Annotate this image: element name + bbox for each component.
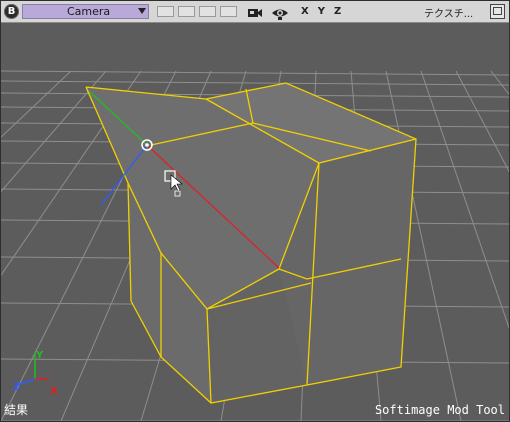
gizmo-z-label: Z xyxy=(13,382,21,393)
window-maximize-icon[interactable] xyxy=(490,4,505,19)
view-z-button[interactable]: Z xyxy=(334,6,341,17)
camera-dropdown-arrow-icon xyxy=(138,8,146,14)
viewport-status-label: 結果 xyxy=(4,403,29,417)
camera-view-select[interactable]: Camera xyxy=(22,4,149,19)
viewport-toolbar: B Camera X Y Z テクスチ... xyxy=(1,1,509,23)
gizmo-y-label: Y xyxy=(36,350,44,361)
b-menu-icon: B xyxy=(7,6,16,17)
viewport-window: B Camera X Y Z テクスチ... Y X Z 結果 Softimag… xyxy=(0,0,510,422)
memo-camera-slot-3[interactable] xyxy=(199,6,216,17)
3d-viewport[interactable]: Y X Z 結果 Softimage Mod Tool xyxy=(1,23,509,421)
viewport-scene xyxy=(1,23,509,421)
display-mode-menu[interactable]: テクスチ... xyxy=(424,5,473,20)
gizmo-x-label: X xyxy=(50,386,58,397)
memo-camera-slot-2[interactable] xyxy=(178,6,195,17)
camera-view-label: Camera xyxy=(67,5,111,18)
eye-icon[interactable] xyxy=(271,5,288,20)
memo-camera-slot-1[interactable] xyxy=(157,6,174,17)
memo-camera-slot-4[interactable] xyxy=(220,6,237,17)
product-watermark: Softimage Mod Tool xyxy=(374,403,505,417)
b-menu-button[interactable]: B xyxy=(4,4,19,19)
view-y-button[interactable]: Y xyxy=(318,6,325,17)
video-camera-icon[interactable] xyxy=(247,5,263,19)
view-x-button[interactable]: X xyxy=(301,6,309,17)
